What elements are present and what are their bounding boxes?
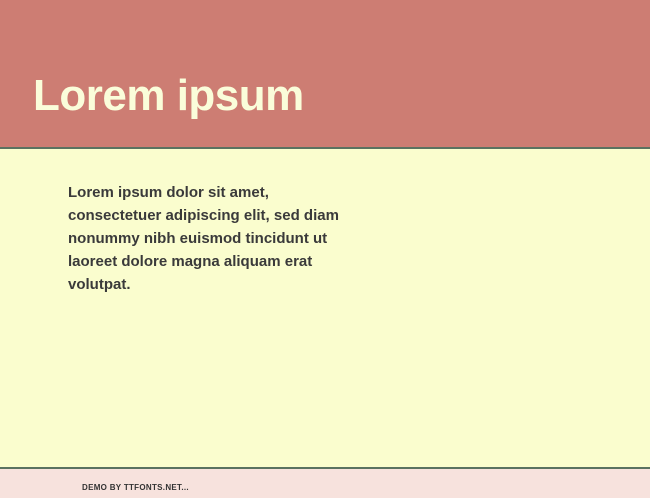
footer-attribution: DEMO BY TTFONTS.NET... bbox=[82, 483, 189, 492]
page-header: Lorem ipsum bbox=[0, 0, 650, 149]
body-paragraph: Lorem ipsum dolor sit amet, consectetuer… bbox=[68, 181, 363, 296]
page-footer: DEMO BY TTFONTS.NET... bbox=[0, 469, 650, 498]
page-title: Lorem ipsum bbox=[33, 71, 304, 121]
content-area: Lorem ipsum dolor sit amet, consectetuer… bbox=[0, 149, 650, 469]
